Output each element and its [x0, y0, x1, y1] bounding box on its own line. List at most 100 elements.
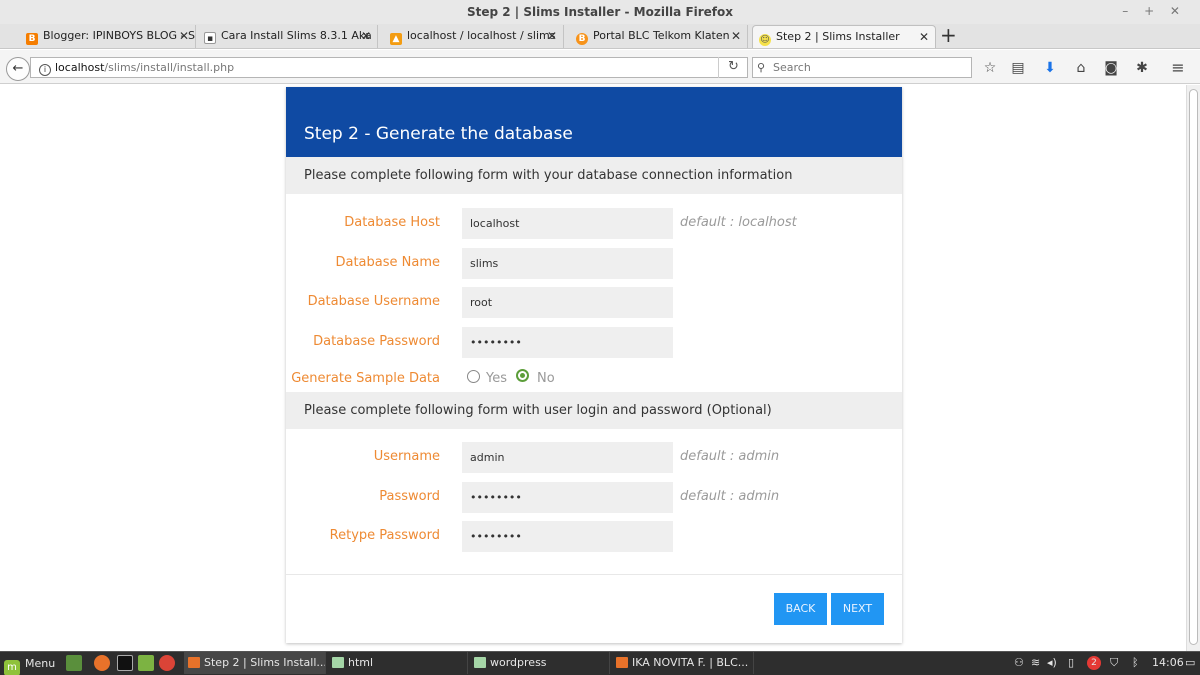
database-name-label: Database Name	[335, 255, 440, 270]
tab-label: Blogger: IPINBOYS BLOG - S	[43, 29, 195, 42]
pocket-icon[interactable]: ◙	[1101, 58, 1121, 78]
tab-phpmyadmin[interactable]: ▲ localhost / localhost / slims ✕	[384, 25, 564, 48]
bluetooth-icon[interactable]: ᛒ	[1132, 652, 1139, 674]
task-label: Step 2 | Slims Install...	[204, 656, 326, 669]
user-section-header: Please complete following form with user…	[286, 392, 902, 429]
task-wordpress[interactable]: wordpress	[470, 652, 610, 674]
tab-label: Cara Install Slims 8.3.1 Aka	[221, 29, 372, 42]
footer-divider	[286, 574, 902, 575]
url-path: /slims/install/install.php	[104, 61, 235, 74]
window-controls[interactable]: – + ✕	[1122, 0, 1186, 24]
window-title: Step 2 | Slims Installer - Mozilla Firef…	[466, 5, 734, 19]
sample-data-label: Generate Sample Data	[291, 371, 440, 386]
database-username-input[interactable]: root	[462, 287, 673, 318]
firefox-icon[interactable]	[94, 655, 110, 671]
password-hint: default : admin	[680, 489, 780, 504]
close-tab-icon[interactable]: ✕	[361, 25, 371, 47]
menu-label: Menu	[25, 657, 56, 670]
tab-strip: B Blogger: IPINBOYS BLOG - S ✕ ▪ Cara Inst…	[0, 24, 1200, 49]
slims-icon: ☺	[759, 34, 771, 46]
downloads-icon[interactable]: ⬇	[1040, 58, 1060, 78]
close-tab-icon[interactable]: ✕	[179, 25, 189, 47]
task-slims-installer[interactable]: Step 2 | Slims Install...	[184, 652, 326, 674]
blogger-icon: B	[26, 33, 38, 45]
chrome-icon[interactable]	[159, 655, 175, 671]
database-username-label: Database Username	[307, 294, 440, 309]
tab-portal-blc[interactable]: B Portal BLC Telkom Klaten ✕	[570, 25, 748, 48]
tab-label: localhost / localhost / slims	[407, 29, 556, 42]
username-input[interactable]: admin	[462, 442, 673, 473]
start-menu-button[interactable]: m Menu	[4, 655, 56, 675]
hamburger-menu-icon[interactable]: ≡	[1168, 58, 1188, 78]
show-desktop-icon[interactable]	[66, 655, 82, 671]
chat-icon[interactable]: ▭	[1185, 652, 1195, 674]
window-title-bar: Step 2 | Slims Installer - Mozilla Firef…	[0, 0, 1200, 24]
sample-data-no-radio[interactable]	[516, 369, 529, 382]
retype-password-label: Retype Password	[329, 528, 440, 543]
clock[interactable]: 14:06	[1152, 652, 1184, 674]
page-icon: ▪	[204, 32, 216, 44]
tab-slims-installer[interactable]: ☺ Step 2 | Slims Installer ✕	[752, 25, 936, 48]
url-host: localhost	[55, 61, 105, 74]
new-tab-icon[interactable]: +	[940, 24, 957, 46]
username-hint: default : admin	[680, 449, 780, 464]
database-host-hint: default : localhost	[680, 215, 797, 230]
task-label: wordpress	[490, 656, 547, 669]
database-password-label: Database Password	[313, 334, 440, 349]
database-host-input[interactable]: localhost	[462, 208, 673, 239]
installer-card: Step 2 - Generate the database Please co…	[286, 87, 902, 643]
notification-badge[interactable]: 2	[1087, 656, 1101, 670]
password-input[interactable]: ••••••••	[462, 482, 673, 513]
firefox-icon	[616, 657, 628, 668]
extension-icon[interactable]: ✱	[1132, 58, 1152, 78]
sample-data-yes-radio[interactable]	[467, 370, 480, 383]
terminal-icon[interactable]	[117, 655, 133, 671]
battery-icon[interactable]: ▯	[1068, 652, 1074, 674]
folder-icon	[332, 657, 344, 668]
reading-list-icon[interactable]: ▤	[1008, 58, 1028, 78]
sample-data-no-label: No	[537, 371, 555, 386]
shield-icon[interactable]: ⛉	[1110, 652, 1118, 674]
url-bar[interactable]: i localhost/slims/install/install.php	[30, 57, 748, 78]
files-icon[interactable]	[138, 655, 154, 671]
wifi-icon[interactable]: ≋	[1031, 652, 1040, 674]
next-button[interactable]: NEXT	[831, 593, 884, 625]
reload-icon[interactable]: ↻	[718, 57, 748, 78]
retype-password-input[interactable]: ••••••••	[462, 521, 673, 552]
database-password-input[interactable]: ••••••••	[462, 327, 673, 358]
tab-cara-install[interactable]: ▪ Cara Install Slims 8.3.1 Aka ✕	[198, 25, 378, 48]
phpmyadmin-icon: ▲	[390, 33, 402, 45]
username-label: Username	[373, 449, 440, 464]
password-label: Password	[379, 489, 440, 504]
info-icon[interactable]: i	[39, 64, 51, 76]
search-input[interactable]: ⚲ Search	[752, 57, 972, 78]
home-icon[interactable]: ⌂	[1071, 58, 1091, 78]
task-ika-novita[interactable]: IKA NOVITA F. | BLC...	[612, 652, 754, 674]
database-name-input[interactable]: slims	[462, 248, 673, 279]
tab-blogger[interactable]: B Blogger: IPINBOYS BLOG - S ✕	[20, 25, 196, 48]
sample-data-yes-label: Yes	[486, 371, 507, 386]
page-title: Step 2 - Generate the database	[286, 87, 902, 157]
tab-label: Step 2 | Slims Installer	[776, 30, 900, 43]
mint-logo-icon: m	[4, 660, 20, 675]
database-host-label: Database Host	[344, 215, 440, 230]
volume-icon[interactable]: ◂)	[1047, 652, 1057, 674]
back-button[interactable]: BACK	[774, 593, 827, 625]
scrollbar-thumb[interactable]	[1189, 89, 1198, 645]
user-icon[interactable]: ⚇	[1014, 652, 1024, 674]
search-placeholder: Search	[773, 61, 811, 74]
close-tab-icon[interactable]: ✕	[731, 25, 741, 47]
folder-icon	[474, 657, 486, 668]
task-label: html	[348, 656, 374, 669]
db-section-header: Please complete following form with your…	[286, 157, 902, 194]
bitcoin-icon: B	[576, 33, 588, 45]
close-tab-icon[interactable]: ✕	[919, 26, 929, 48]
search-icon: ⚲	[757, 61, 766, 74]
firefox-icon	[188, 657, 200, 668]
task-html[interactable]: html	[328, 652, 468, 674]
close-tab-icon[interactable]: ✕	[547, 25, 557, 47]
tab-label: Portal BLC Telkom Klaten	[593, 29, 730, 42]
page-scrollbar[interactable]	[1186, 85, 1200, 651]
back-arrow-icon[interactable]: ←	[6, 57, 30, 81]
bookmark-star-icon[interactable]: ☆	[980, 58, 1000, 78]
